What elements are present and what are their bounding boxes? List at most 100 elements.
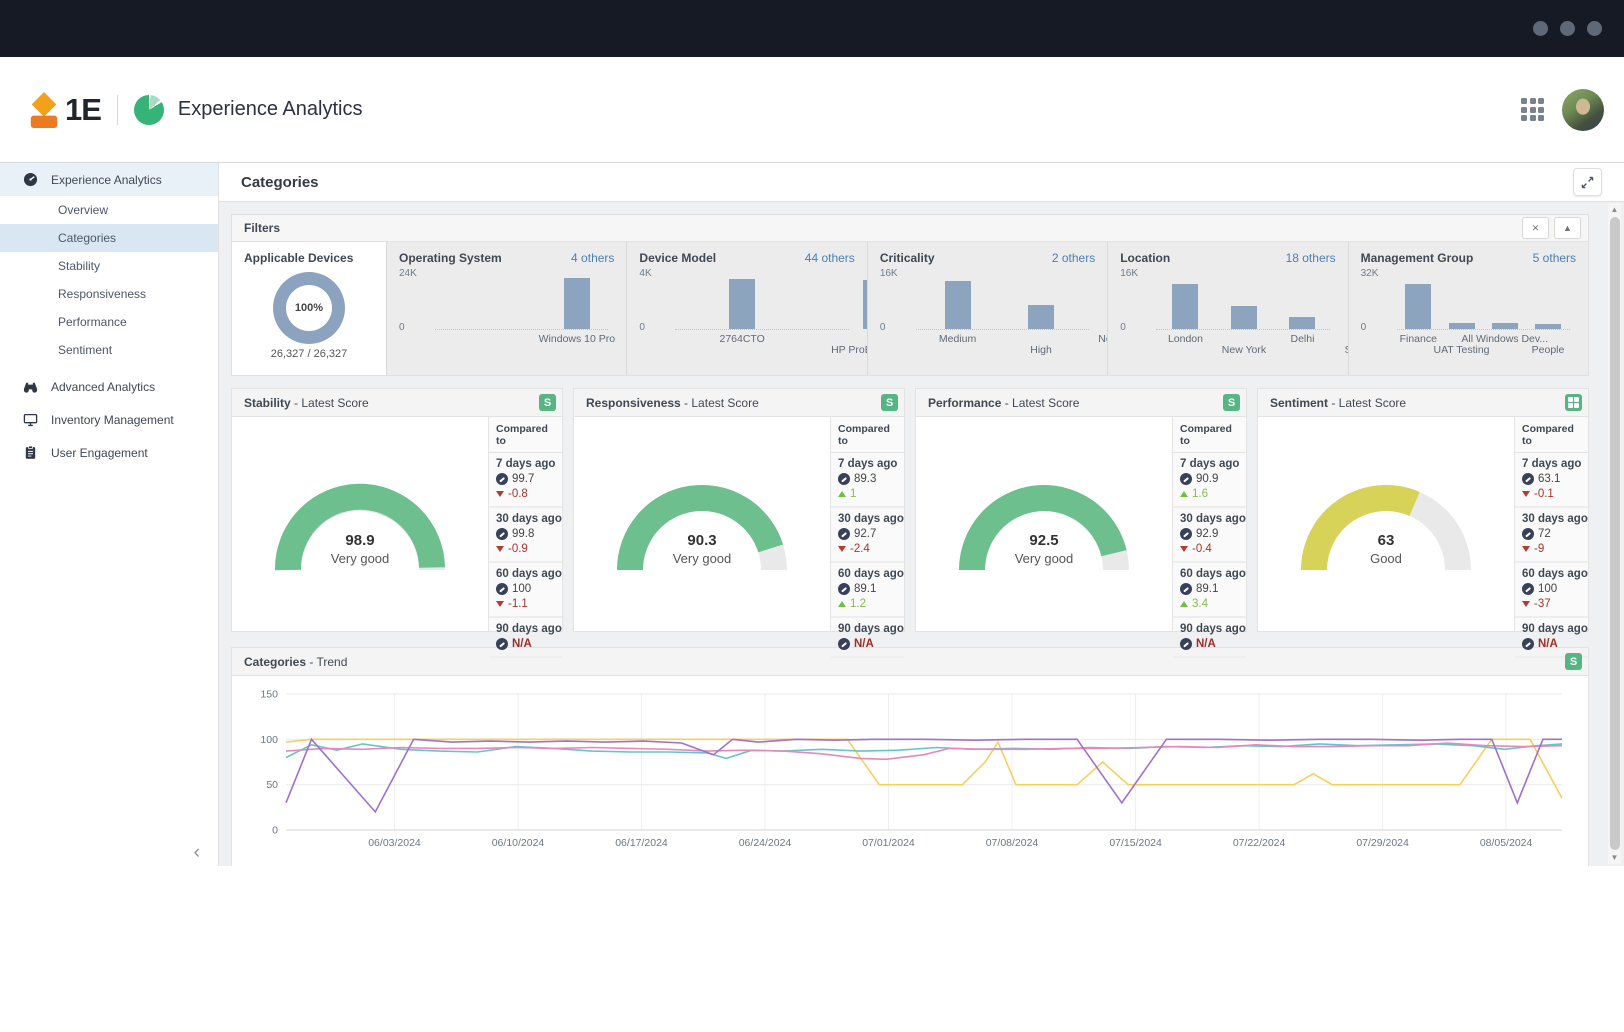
- y-axis-max-label: 4K: [639, 268, 669, 279]
- others-link[interactable]: 2 others: [1052, 251, 1095, 265]
- bar-delhi[interactable]: [1289, 317, 1315, 329]
- sidebar-item-inventory-management[interactable]: Inventory Management: [0, 403, 218, 436]
- filter-title: Location: [1120, 251, 1170, 265]
- compare-delta-value: -9: [1534, 543, 1544, 555]
- clipboard-icon: [22, 445, 38, 461]
- compare-row-60-days-ago: 60 days ago89.13.4: [1173, 563, 1246, 618]
- bar-label: People: [1532, 344, 1565, 356]
- bar-uat-testing[interactable]: [1449, 323, 1475, 329]
- sidebar-item-categories[interactable]: Categories: [0, 224, 218, 252]
- avatar[interactable]: [1562, 89, 1604, 131]
- scroll-up-icon[interactable]: ▲: [1608, 203, 1621, 216]
- sidebar-item-stability[interactable]: Stability: [0, 252, 218, 280]
- filters-panel: Filters ✕ ▲ Applicable Devices 100% 2: [231, 214, 1589, 376]
- compare-period: 30 days ago: [1180, 513, 1239, 525]
- scrollbar-thumb[interactable]: [1610, 217, 1620, 850]
- sidebar-item-label: Inventory Management: [51, 413, 174, 427]
- compare-score: 89.1: [854, 583, 876, 595]
- compared-to-header: Compared to: [489, 417, 562, 453]
- speedometer-icon: [496, 528, 508, 540]
- bar-2764cto[interactable]: [729, 279, 755, 329]
- sidebar-item-performance[interactable]: Performance: [0, 308, 218, 336]
- compare-score: 99.7: [512, 473, 534, 485]
- bar-london[interactable]: [1172, 284, 1198, 330]
- sidebar-item-advanced-analytics[interactable]: Advanced Analytics: [0, 370, 218, 403]
- filter-bar-chart: 4K0: [675, 271, 848, 330]
- y-axis-zero-label: 0: [1120, 322, 1150, 333]
- grid-badge-icon: [1568, 397, 1580, 409]
- sidebar-item-experience-analytics[interactable]: Experience Analytics: [0, 163, 218, 196]
- window-control-dot[interactable]: [1587, 21, 1602, 36]
- gauge-responsiveness: 90.3Very good: [574, 417, 830, 631]
- sidebar-item-overview[interactable]: Overview: [0, 196, 218, 224]
- filter-title: Operating System: [399, 251, 502, 265]
- others-link[interactable]: 5 others: [1533, 251, 1576, 265]
- y-axis-zero-label: 0: [639, 322, 669, 333]
- others-link[interactable]: 4 others: [571, 251, 614, 265]
- bar-label: Delhi: [1291, 333, 1315, 345]
- compare-delta: -9: [1522, 543, 1581, 555]
- compared-to-panel: Compared to7 days ago90.91.630 days ago9…: [1172, 417, 1246, 631]
- compare-delta-value: 1.2: [850, 598, 866, 610]
- compare-score: 92.9: [1196, 528, 1218, 540]
- compare-score: N/A: [854, 638, 874, 650]
- chevron-up-icon: ▲: [1563, 223, 1572, 233]
- compare-period: 90 days ago: [1522, 623, 1581, 635]
- bar-new-york[interactable]: [1231, 306, 1257, 329]
- svg-text:100: 100: [260, 734, 278, 746]
- compare-value: 92.7: [838, 528, 897, 540]
- others-link[interactable]: 44 others: [805, 251, 855, 265]
- compare-delta-value: 1: [850, 488, 856, 500]
- compare-row-90-days-ago: 90 days agoN/A: [831, 618, 904, 658]
- scope-badge[interactable]: [1565, 394, 1582, 411]
- bar-medium[interactable]: [945, 281, 971, 329]
- compare-value: 99.7: [496, 473, 555, 485]
- sidebar-item-user-engagement[interactable]: User Engagement: [0, 436, 218, 469]
- close-icon: ✕: [1532, 223, 1540, 234]
- bar-all-windows-dev[interactable]: [1492, 323, 1518, 329]
- window-control-dot[interactable]: [1533, 21, 1548, 36]
- filter-tile-location: Location18 others16K0LondonNew YorkDelhi…: [1107, 242, 1347, 375]
- filters-collapse-button[interactable]: ▲: [1554, 217, 1581, 239]
- sidebar-item-sentiment[interactable]: Sentiment: [0, 336, 218, 364]
- scope-badge[interactable]: S: [539, 394, 556, 411]
- bar-windows-10-pro[interactable]: [564, 278, 590, 329]
- sidebar-item-responsiveness[interactable]: Responsiveness: [0, 280, 218, 308]
- score-cards-row: Stability - Latest ScoreS98.9Very goodCo…: [231, 388, 1589, 632]
- arrow-up-icon: [838, 601, 846, 607]
- compare-value: N/A: [1522, 638, 1581, 650]
- fullscreen-button[interactable]: [1573, 168, 1602, 196]
- card-title: Performance - Latest Score: [928, 396, 1079, 410]
- scope-badge[interactable]: S: [881, 394, 898, 411]
- filters-clear-button[interactable]: ✕: [1522, 217, 1549, 239]
- bar-finance[interactable]: [1405, 284, 1431, 330]
- compare-period: 60 days ago: [1180, 568, 1239, 580]
- main-content: Categories Filters ✕ ▲: [219, 163, 1624, 866]
- score-card-responsiveness: Responsiveness - Latest ScoreS90.3Very g…: [573, 388, 905, 632]
- arrow-up-icon: [1180, 491, 1188, 497]
- speedometer-icon: [1180, 473, 1192, 485]
- window-control-dot[interactable]: [1560, 21, 1575, 36]
- sidebar-collapse-button[interactable]: ‹: [194, 843, 200, 862]
- scope-badge[interactable]: S: [1565, 653, 1582, 670]
- bar-label: Windows 10 Pro: [539, 333, 615, 345]
- app-launcher-icon[interactable]: [1521, 98, 1544, 121]
- compare-score: N/A: [512, 638, 532, 650]
- scroll-down-icon[interactable]: ▼: [1608, 851, 1621, 864]
- bar-high[interactable]: [1028, 305, 1054, 330]
- trend-series-performance: [286, 743, 1562, 759]
- vertical-scrollbar[interactable]: ▲ ▼: [1608, 203, 1621, 864]
- bar-hp-probook-4545s[interactable]: [863, 280, 867, 329]
- compare-period: 60 days ago: [838, 568, 897, 580]
- others-link[interactable]: 18 others: [1286, 251, 1336, 265]
- bar-people[interactable]: [1535, 324, 1561, 329]
- arrow-up-icon: [1180, 601, 1188, 607]
- svg-text:50: 50: [266, 779, 278, 791]
- sidebar-item-label: User Engagement: [51, 446, 148, 460]
- compare-score: 90.9: [1196, 473, 1218, 485]
- compare-score: N/A: [1196, 638, 1216, 650]
- y-axis-max-label: 16K: [1120, 268, 1150, 279]
- scope-badge[interactable]: S: [1223, 394, 1240, 411]
- screen: 1E Experience Analytics Experience Analy…: [0, 0, 1624, 1032]
- compare-row-90-days-ago: 90 days ago N/A: [1515, 618, 1588, 658]
